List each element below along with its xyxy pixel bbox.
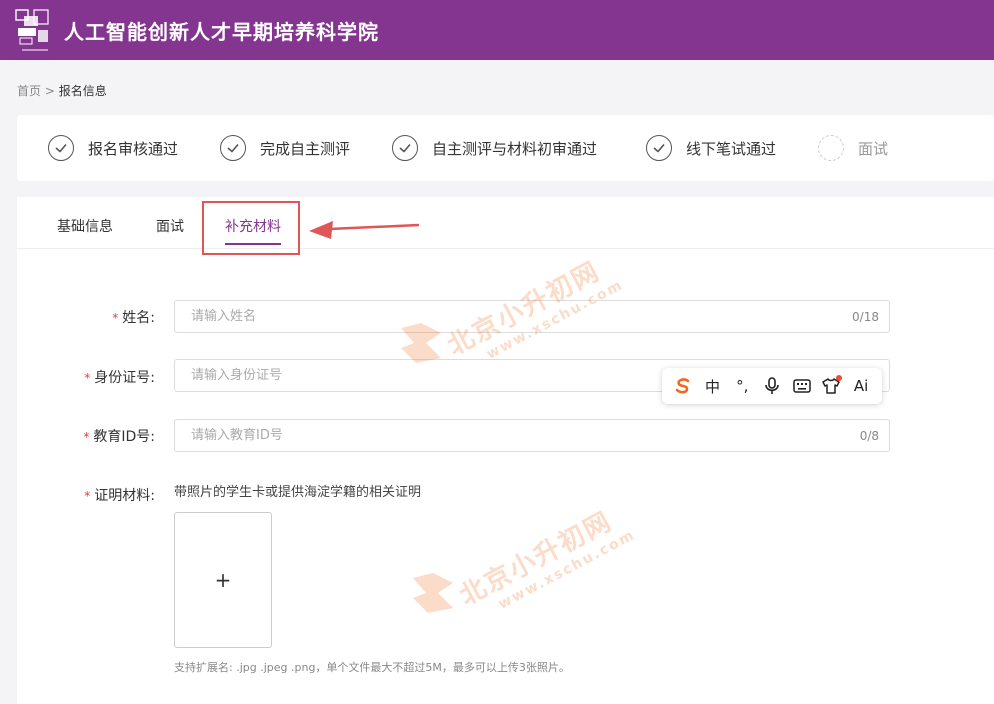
check-circle-icon — [48, 135, 74, 161]
check-circle-icon — [392, 135, 418, 161]
name-field: 0/18 — [174, 300, 890, 333]
tab-interview[interactable]: 面试 — [156, 216, 184, 236]
upload-button[interactable]: + — [174, 512, 272, 648]
progress-steps: 报名审核通过 完成自主测评 自主测评与材料初审通过 线下笔试通过 面试 — [17, 115, 994, 181]
main-form-card: 基础信息 面试 补充材料 *姓名: 0/18 *身份证号: *教育ID号: 0/… — [17, 197, 994, 704]
proof-hint: 带照片的学生卡或提供海淀学籍的相关证明 — [174, 485, 422, 500]
top-header: 人工智能创新人才早期培养科学院 — [0, 0, 994, 60]
step-1: 报名审核通过 — [48, 135, 178, 161]
punctuation-icon[interactable]: °, — [731, 375, 753, 397]
plus-icon: + — [214, 568, 232, 592]
step-label: 线下笔试通过 — [686, 139, 777, 158]
check-circle-icon — [220, 135, 246, 161]
step-2: 完成自主测评 — [220, 135, 350, 161]
step-label: 自主测评与材料初审通过 — [432, 139, 598, 158]
ai-icon[interactable]: Ai — [850, 375, 872, 397]
name-input[interactable] — [175, 301, 795, 332]
step-label: 完成自主测评 — [260, 139, 351, 158]
step-label: 报名审核通过 — [88, 139, 179, 158]
arrow-left-icon — [309, 221, 420, 239]
tab-bar: 基础信息 面试 补充材料 — [17, 197, 994, 249]
sogou-logo-icon[interactable] — [672, 375, 694, 397]
breadcrumb-separator: > — [44, 84, 55, 98]
breadcrumb-home[interactable]: 首页 — [17, 84, 41, 98]
step-label: 面试 — [858, 139, 889, 158]
step-4: 线下笔试通过 — [646, 135, 776, 161]
pending-circle-icon — [818, 135, 844, 161]
edu-id-label: * 教育ID号: — [83, 429, 155, 445]
id-card-label: * 身份证号: — [84, 370, 155, 386]
edu-id-field: 0/8 — [174, 419, 890, 452]
keyboard-icon[interactable] — [791, 375, 813, 397]
step-5: 面试 — [818, 135, 888, 161]
tab-basic-info[interactable]: 基础信息 — [57, 216, 113, 236]
upload-note: 支持扩展名: .jpg .jpeg .png，单个文件最大不超过5M，最多可以上… — [174, 661, 570, 674]
name-label: * 姓名: — [112, 310, 155, 326]
edu-id-input[interactable] — [175, 420, 795, 451]
breadcrumb-current: 报名信息 — [58, 84, 107, 98]
site-title: 人工智能创新人才早期培养科学院 — [64, 20, 379, 44]
tab-highlight-box — [202, 201, 300, 255]
skin-icon[interactable] — [820, 375, 843, 397]
chinese-mode-button[interactable]: 中 — [702, 375, 724, 397]
step-3: 自主测评与材料初审通过 — [392, 135, 597, 161]
academy-logo-icon — [15, 9, 49, 51]
breadcrumb: 首页 > 报名信息 — [17, 82, 107, 99]
ime-toolbar: 中 °, Ai — [662, 368, 882, 404]
name-char-count: 0/18 — [852, 310, 879, 324]
proof-label: * 证明材料: — [84, 488, 155, 504]
edu-id-char-count: 0/8 — [859, 429, 879, 443]
check-circle-icon — [646, 135, 672, 161]
microphone-icon[interactable] — [761, 375, 783, 397]
notification-dot — [836, 375, 843, 381]
